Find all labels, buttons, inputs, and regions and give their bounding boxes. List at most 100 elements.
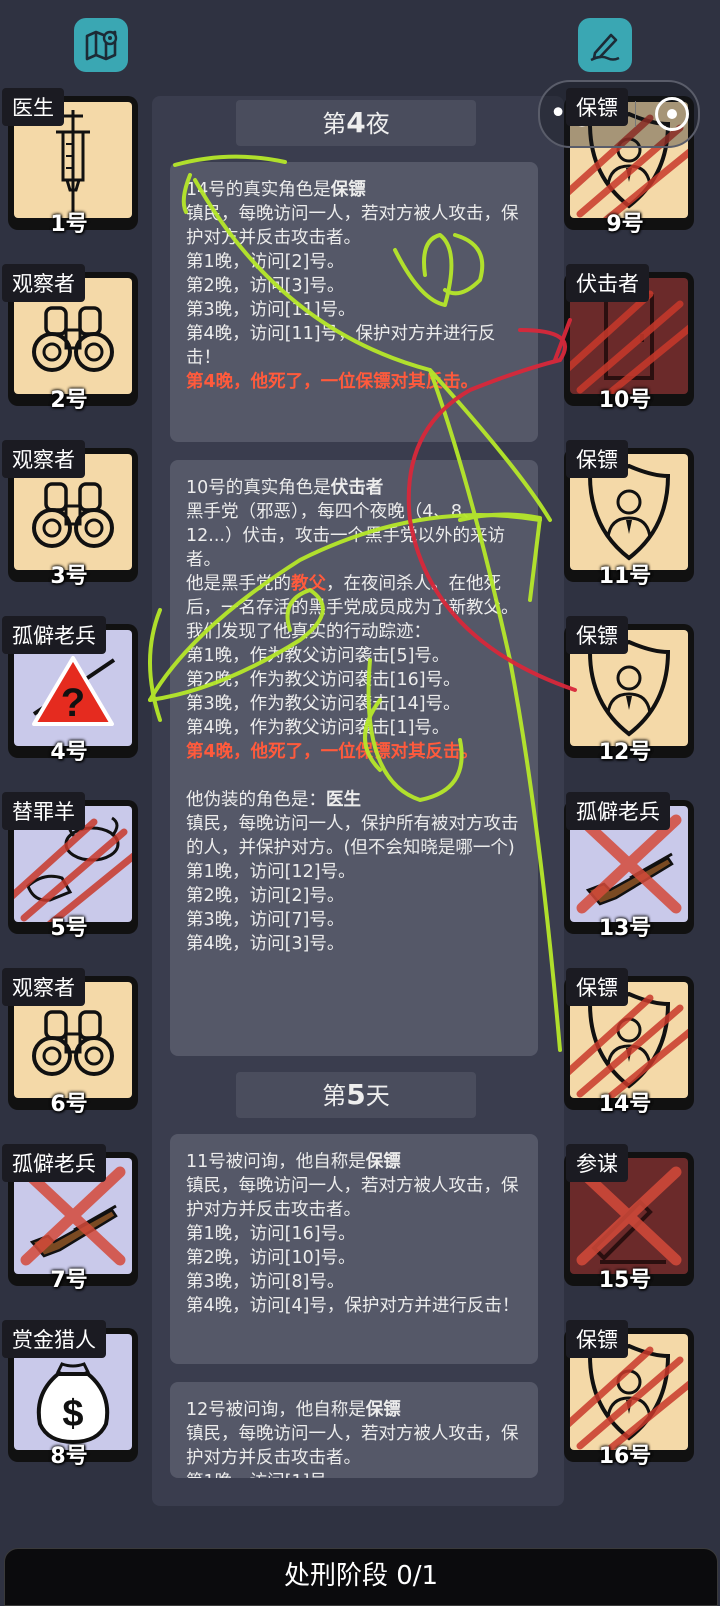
capsule-divider [635,101,637,127]
player-number: 8号 [50,1444,88,1469]
player-card[interactable]: 保镖 12号 [556,616,694,765]
log-line: 14号的真实角色是保镖 [186,178,522,202]
log-line: 我们发现了他真实的行动踪迹： [186,620,522,644]
log-line [186,764,522,788]
death-notice: 第4晚，他死了，一位保镖对其反击。 [186,372,479,392]
player-number: 10号 [598,388,652,413]
role-label: 伏击者 [566,264,649,302]
log-text: 第2晚，访问[2]号。 [186,886,345,906]
role-label: 保镖 [566,440,628,478]
map-button[interactable] [74,18,128,72]
player-card[interactable]: 保镖 14号 [556,968,694,1117]
log-line: 他伪装的角色是：医生 [186,788,522,812]
log-text: 第1晚，访问[12]号。 [186,862,356,882]
log-text: 镇民，每晚访问一人，若对方被人攻击，保护对方并反击攻击者。 [186,1424,519,1468]
log-line: 第1晚，作为教父访问袭击[5]号。 [186,644,522,668]
player-card[interactable]: 医生 1号 [0,88,138,237]
log-line: 黑手党（邪恶），每四个夜晚（4、8、12...）伏击，攻击一个黑手党以外的来访者… [186,500,522,572]
log-text: 镇民，每晚访问一人，若对方被人攻击，保护对方并反击攻击者。 [186,204,519,248]
player-card[interactable]: 保镖 16号 [556,1320,694,1469]
log-line: 第3晚，访问[7]号。 [186,908,522,932]
player-number: 6号 [50,1092,88,1117]
log-line: 第3晚，作为教父访问袭击[14]号。 [186,692,522,716]
player-number: 14号 [598,1092,652,1117]
map-pin-icon [85,30,118,61]
log-line: 第4晚，他死了，一位保镖对其反击。 [186,740,522,764]
close-target-icon[interactable] [654,97,689,131]
log-line: 第1晚，访问[1]号。 [186,1470,522,1478]
log-text: 第3晚，访问[7]号。 [186,910,345,930]
player-number: 2号 [50,388,88,413]
log-text: 镇民，每晚访问一人，若对方被人攻击，保护对方并反击攻击者。 [186,1176,519,1220]
log-text: 第3晚，作为教父访问袭击[14]号。 [186,694,461,714]
log-text: 他是黑手党的 [186,574,291,594]
log-line: 第1晚，访问[16]号。 [186,1222,522,1246]
pencil-icon [590,33,620,62]
log-text: 第4晚，访问[3]号。 [186,934,345,954]
log-text: 12号被问询，他自称是 [186,1400,366,1420]
role-label: 替罪羊 [2,792,85,830]
log-text: 第1晚，作为教父访问袭击[5]号。 [186,646,450,666]
player-card[interactable]: 观察者 6号 [0,968,138,1117]
phase-header-day5: 第5天 [236,1072,476,1118]
player-number: 3号 [50,564,88,589]
player-card[interactable]: 替罪羊 5号 [0,792,138,941]
role-label: 孤僻老兵 [566,792,670,830]
role-name: 保镖 [330,180,366,200]
player-number: 13号 [598,916,652,941]
player-number: 7号 [50,1268,88,1293]
log-line: 第1晚，访问[2]号。 [186,250,522,274]
svg-text:?: ? [61,681,85,725]
role-label: 保镖 [566,968,628,1006]
death-notice: 第4晚，他死了，一位保镖对其反击。 [186,742,479,762]
role-name: 伏击者 [330,478,384,498]
player-number: 11号 [598,564,652,589]
player-card[interactable]: ? 孤僻老兵 4号 [0,616,138,765]
player-card[interactable]: 保镖 11号 [556,440,694,589]
log-line: 第1晚，访问[12]号。 [186,860,522,884]
log-text: 第3晚，访问[8]号。 [186,1272,345,1292]
log-line: 第3晚，访问[8]号。 [186,1270,522,1294]
log-line: 第4晚，访问[3]号。 [186,932,522,956]
log-line: 镇民，每晚访问一人，若对方被人攻击，保护对方并反击攻击者。 [186,1422,522,1470]
execution-phase-label: 处刑阶段 0/1 [283,1561,439,1591]
log-text: 第2晚，访问[10]号。 [186,1248,356,1268]
player-card[interactable]: 孤僻老兵 7号 [0,1144,138,1293]
log-line: 10号的真实角色是伏击者 [186,476,522,500]
log-line: 镇民，每晚访问一人，若对方被人攻击，保护对方并反击攻击者。 [186,1174,522,1222]
role-label: 保镖 [566,88,628,126]
log-text: 第1晚，访问[1]号。 [186,1472,344,1478]
log-text: 第1晚，访问[16]号。 [186,1224,356,1244]
role-label: 参谋 [566,1144,628,1182]
player-number: 12号 [598,740,652,765]
log-text: 第3晚，访问[11]号。 [186,300,356,320]
player-card[interactable]: 参谋 15号 [556,1144,694,1293]
log-line: 第3晚，访问[11]号。 [186,298,522,322]
player-card[interactable]: 伏击者 10号 [556,264,694,413]
player-card[interactable]: $ 赏金猎人 8号 [0,1320,138,1469]
execution-phase-bar[interactable]: 处刑阶段 0/1 [4,1548,718,1606]
log-line: 第2晚，访问[10]号。 [186,1246,522,1270]
log-line: 11号被问询，他自称是保镖 [186,1150,522,1174]
role-label: 观察者 [2,968,85,1006]
log-message: 10号的真实角色是伏击者 黑手党（邪恶），每四个夜晚（4、8、12...）伏击，攻… [170,460,538,1056]
player-number: 5号 [50,916,88,941]
player-card[interactable]: 观察者 2号 [0,264,138,413]
player-card[interactable]: 孤僻老兵 13号 [556,792,694,941]
player-number: 1号 [50,212,88,237]
log-text: 第2晚，作为教父访问袭击[16]号。 [186,670,461,690]
log-line: 第2晚，访问[3]号。 [186,274,522,298]
phase-header-night4: 第4夜 [236,100,476,146]
role-label: 孤僻老兵 [2,616,106,654]
player-card[interactable]: 观察者 3号 [0,440,138,589]
edit-button[interactable] [578,18,632,72]
log-message: 14号的真实角色是保镖 镇民，每晚访问一人，若对方被人攻击，保护对方并反击攻击者。… [170,162,538,442]
player-number: 15号 [598,1268,652,1293]
highlight-text: 教父 [291,574,326,594]
role-label: 孤僻老兵 [2,1144,106,1182]
log-text: 第4晚，访问[4]号，保护对方并进行反击！ [186,1296,520,1316]
log-text: 第1晚，访问[2]号。 [186,252,345,272]
log-text: 第2晚，访问[3]号。 [186,276,345,296]
log-text: 14号的真实角色是 [186,180,331,200]
role-label: 观察者 [2,264,85,302]
